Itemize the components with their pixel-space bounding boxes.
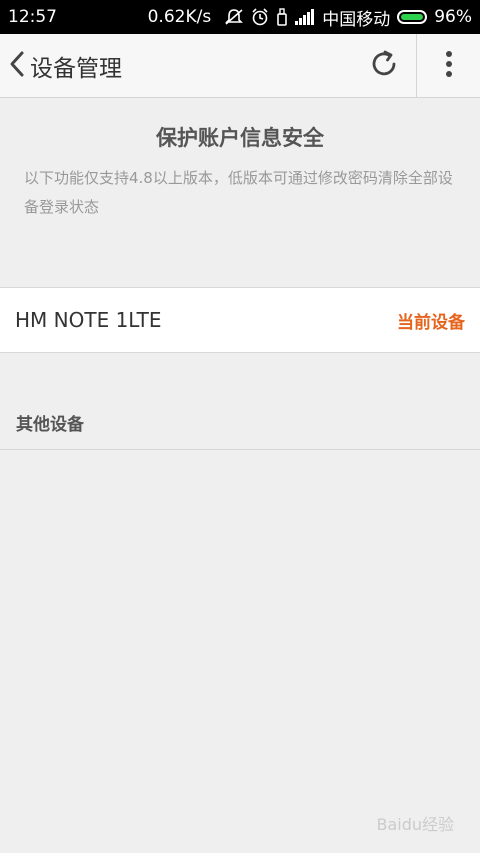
more-vertical-icon [445,50,453,82]
more-options-button[interactable] [416,34,480,97]
status-time: 12:57 [8,7,57,27]
back-button[interactable]: 设备管理 [0,34,122,97]
alarm-icon [251,8,269,26]
security-intro: 保护账户信息安全 以下功能仅支持4.8以上版本，低版本可通过修改密码清除全部设备… [0,98,480,222]
section-divider [0,449,480,450]
status-right: 0.62K/s 中国移动 96% [148,5,472,30]
usb-icon [276,8,288,26]
carrier-name: 中国移动 [322,9,391,30]
watermark-logo: Baidu经验 [376,815,454,834]
battery-percent: 96% [434,7,472,27]
network-speed: 0.62K/s [147,7,212,27]
battery-icon [397,10,428,24]
intro-description: 以下功能仅支持4.8以上版本，低版本可通过修改密码清除全部设备登录状态 [24,169,453,216]
other-devices-title: 其他设备 [16,415,84,435]
mute-icon [224,8,244,26]
signal-icon [295,9,315,25]
current-device-badge: 当前设备 [397,312,465,333]
top-app-bar: 设备管理 [0,34,480,98]
header-actions [352,34,480,97]
chevron-left-icon [8,50,26,82]
status-bar: 12:57 0.62K/s 中国移动 96% [0,0,480,34]
intro-title: 保护账户信息安全 [156,126,324,150]
refresh-button[interactable] [352,34,416,97]
current-device-row[interactable]: HM NOTE 1LTE 当前设备 [0,287,480,353]
device-name: HM NOTE 1LTE [15,308,162,332]
refresh-icon [369,49,399,83]
page-title: 设备管理 [30,55,122,82]
